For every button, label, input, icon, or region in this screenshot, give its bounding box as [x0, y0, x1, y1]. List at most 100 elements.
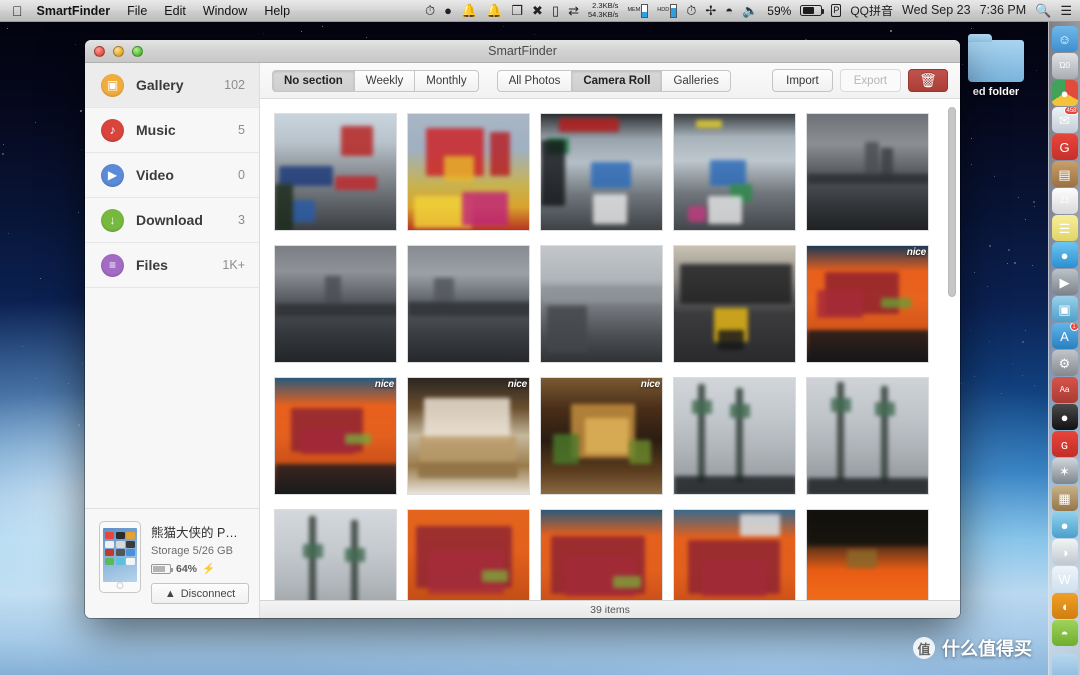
menu-time[interactable]: 7:36 PM [980, 4, 1027, 17]
photos-icon[interactable]: ▣ [1052, 296, 1078, 322]
dock-badge: 458 [1064, 107, 1077, 115]
apple-icon[interactable]:  [12, 4, 23, 18]
photo-thumbnail[interactable] [540, 245, 663, 363]
display-icon[interactable]: ▯ [552, 4, 559, 17]
window-title-bar[interactable]: SmartFinder [85, 40, 960, 63]
bell-icon[interactable]: 🔔 [461, 4, 477, 17]
phone-home-button [117, 582, 124, 589]
memory-gauge [641, 4, 648, 18]
photo-thumbnail[interactable] [673, 377, 796, 495]
battery-icon [151, 564, 171, 574]
search-icon[interactable]: 🔍 [1035, 4, 1051, 17]
dropbox-icon[interactable]: ❒ [511, 4, 523, 17]
menu-item-edit[interactable]: Edit [164, 4, 186, 18]
facetime-icon[interactable]: ▶ [1052, 269, 1078, 295]
chrome-icon[interactable]: ● [1052, 80, 1078, 106]
photo-thumbnail[interactable] [806, 509, 929, 600]
sogou-icon[interactable]: ɢ [1052, 431, 1078, 457]
wifi-icon[interactable]: ◓ [725, 4, 733, 17]
photo-thumbnail[interactable] [274, 113, 397, 231]
disk-monitor[interactable]: HDD [657, 4, 677, 18]
notification-icon[interactable]: 🔔 [486, 4, 502, 17]
bomb-icon[interactable]: ● [444, 4, 452, 17]
photo-thumbnail[interactable]: nice [407, 377, 530, 495]
photo-thumbnail[interactable]: nice [540, 377, 663, 495]
sidebar-item-music[interactable]: ♪ Music 5 [85, 108, 259, 153]
segment-galleries[interactable]: Galleries [662, 70, 730, 92]
volume-icon[interactable]: 🔈 [742, 4, 758, 17]
close-circle-icon[interactable]: ✖ [532, 4, 543, 17]
contacts-icon[interactable]: ▤ [1052, 161, 1078, 187]
sidebar-item-video[interactable]: ▶ Video 0 [85, 153, 259, 198]
word-icon[interactable]: W [1052, 566, 1078, 592]
ime-label[interactable]: QQ拼音 [850, 5, 893, 17]
photo-thumbnail[interactable] [407, 113, 530, 231]
photo-thumbnail[interactable] [806, 113, 929, 231]
menu-date[interactable]: Wed Sep 23 [902, 4, 971, 17]
dictionary-icon[interactable]: Aa [1052, 377, 1078, 403]
sidebar-item-label: Files [136, 257, 222, 273]
photo-thumbnail[interactable] [540, 113, 663, 231]
photo-thumbnail[interactable] [673, 245, 796, 363]
sidebar-item-download[interactable]: ↓ Download 3 [85, 198, 259, 243]
segment-weekly[interactable]: Weekly [355, 70, 416, 92]
clock-icon[interactable]: ⏱ [686, 4, 696, 17]
photo-thumbnail[interactable] [274, 509, 397, 600]
photo-thumbnail[interactable] [673, 509, 796, 600]
sidebar-item-count: 1K+ [222, 258, 245, 272]
photo-thumbnail[interactable] [806, 377, 929, 495]
battery-icon[interactable] [800, 5, 822, 16]
delete-button[interactable]: 🗑 [908, 69, 948, 92]
ime-key-icon[interactable]: P [831, 4, 841, 17]
pdf-icon[interactable]: G [1052, 134, 1078, 160]
messages-icon[interactable]: ● [1052, 242, 1078, 268]
ibooks-icon[interactable]: ◖ [1052, 593, 1078, 619]
segment-all-photos[interactable]: All Photos [497, 70, 573, 92]
calendar-icon[interactable]: 23 [1052, 188, 1078, 214]
photo-thumbnail[interactable] [540, 509, 663, 600]
disconnect-button[interactable]: ▲ Disconnect [151, 583, 249, 604]
safari-icon[interactable]: ✶ [1052, 458, 1078, 484]
sidebar-item-files[interactable]: ≡ Files 1K+ [85, 243, 259, 288]
photo-thumbnail[interactable] [407, 509, 530, 600]
launchpad-icon[interactable]: Ὠ0 [1052, 53, 1078, 79]
file-icon: ≡ [101, 254, 124, 277]
photo-grid-scroll-area[interactable]: nice nice nice nice [260, 99, 960, 600]
sidebar-item-gallery[interactable]: ▣ Gallery 102 [85, 63, 259, 108]
memory-monitor[interactable]: MEM [627, 4, 648, 18]
resize-arrows-icon[interactable]: ⇄ [568, 4, 579, 17]
mail-icon[interactable]: ✉ 458 [1052, 107, 1078, 133]
qq-icon[interactable]: ● [1052, 404, 1078, 430]
bluetooth-icon[interactable]: ✢ [705, 4, 716, 17]
photo-thumbnail[interactable] [673, 113, 796, 231]
watermark-icon: 值 [913, 637, 935, 659]
folder-icon[interactable] [1052, 654, 1078, 675]
menu-item-window[interactable]: Window [203, 4, 247, 18]
import-button[interactable]: Import [772, 69, 833, 92]
segment-camera-roll[interactable]: Camera Roll [572, 70, 662, 92]
segment-no-section[interactable]: No section [272, 70, 355, 92]
vertical-scrollbar[interactable] [948, 107, 956, 297]
photo-thumbnail[interactable]: nice [806, 245, 929, 363]
network-rate[interactable]: 2.3KB/s 54.3KB/s [588, 2, 618, 19]
settings-icon[interactable]: ⚙ [1052, 350, 1078, 376]
export-button[interactable]: Export [840, 69, 901, 92]
segment-monthly[interactable]: Monthly [415, 70, 478, 92]
photo-thumbnail[interactable]: nice [274, 377, 397, 495]
menu-item-help[interactable]: Help [264, 4, 290, 18]
appstore-icon[interactable]: A1 [1052, 323, 1078, 349]
menu-app-name[interactable]: SmartFinder [37, 4, 111, 18]
notes-icon[interactable]: ☰ [1052, 215, 1078, 241]
photo-thumbnail[interactable] [407, 245, 530, 363]
photo-thumbnail[interactable] [274, 245, 397, 363]
menu-item-file[interactable]: File [127, 4, 147, 18]
timemachine-icon[interactable]: ⏱ [425, 4, 435, 17]
window-body: ▣ Gallery 102 ♪ Music 5 ▶ Video 0 ↓ Download 3 ≡ File… [85, 63, 960, 618]
desktop-folder[interactable]: ed folder [960, 40, 1032, 98]
android-icon[interactable]: ◓ [1052, 620, 1078, 646]
finder-icon[interactable]: ☺ [1052, 26, 1078, 52]
preview-icon[interactable]: ◑ [1052, 539, 1078, 565]
baidu-icon[interactable]: ● [1052, 512, 1078, 538]
notification-center-icon[interactable]: ☰ [1060, 4, 1072, 17]
unarchiver-icon[interactable]: ▦ [1052, 485, 1078, 511]
